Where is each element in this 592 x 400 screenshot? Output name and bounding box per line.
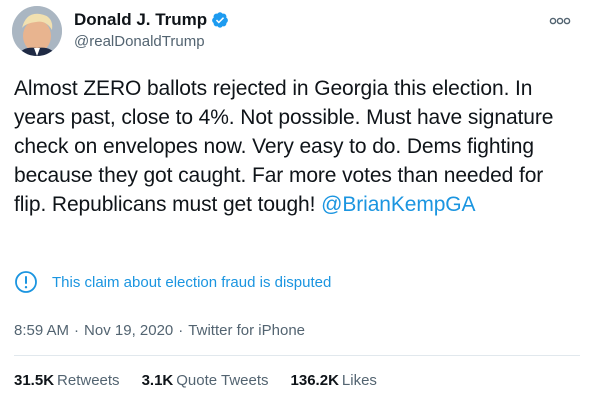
retweets-count: 31.5K — [14, 372, 55, 389]
meta-separator: · — [178, 322, 184, 339]
quotes-label: Quote Tweets — [176, 372, 269, 389]
meta-separator: · — [74, 322, 80, 339]
dispute-notice[interactable]: This claim about election fraud is dispu… — [14, 270, 331, 294]
likes-stat[interactable]: 136.2K Likes — [291, 372, 377, 389]
user-handle[interactable]: @realDonaldTrump — [74, 33, 205, 50]
dispute-label: This claim about election fraud is dispu… — [52, 273, 332, 291]
likes-label: Likes — [341, 372, 377, 389]
avatar[interactable] — [12, 6, 62, 56]
divider — [14, 355, 580, 356]
quotes-count: 3.1K — [141, 372, 174, 389]
likes-count: 136.2K — [290, 372, 339, 389]
quote-tweets-stat[interactable]: 3.1K Quote Tweets — [142, 372, 269, 389]
tweet-text: Almost ZERO ballots rejected in Georgia … — [14, 74, 580, 219]
tweet-source[interactable]: Twitter for iPhone — [188, 322, 305, 339]
retweets-stat[interactable]: 31.5K Retweets — [14, 372, 120, 389]
retweets-label: Retweets — [57, 372, 120, 389]
display-name[interactable]: Donald J. Trump — [74, 10, 207, 30]
mention-link[interactable]: @BrianKempGA — [321, 193, 475, 216]
profile-photo — [12, 6, 62, 56]
verified-badge-icon — [212, 12, 229, 28]
exclamation-circle-icon — [15, 271, 37, 293]
engagement-stats: 31.5K Retweets 3.1K Quote Tweets 136.2K Lik… — [14, 372, 377, 389]
tweet-meta: 8:59 AM · Nov 19, 2020 · Twitter for iPh… — [14, 322, 305, 339]
more-dots-icon[interactable] — [548, 14, 572, 28]
tweet-time[interactable]: 8:59 AM — [14, 322, 69, 339]
tweet-date[interactable]: Nov 19, 2020 — [84, 322, 173, 339]
